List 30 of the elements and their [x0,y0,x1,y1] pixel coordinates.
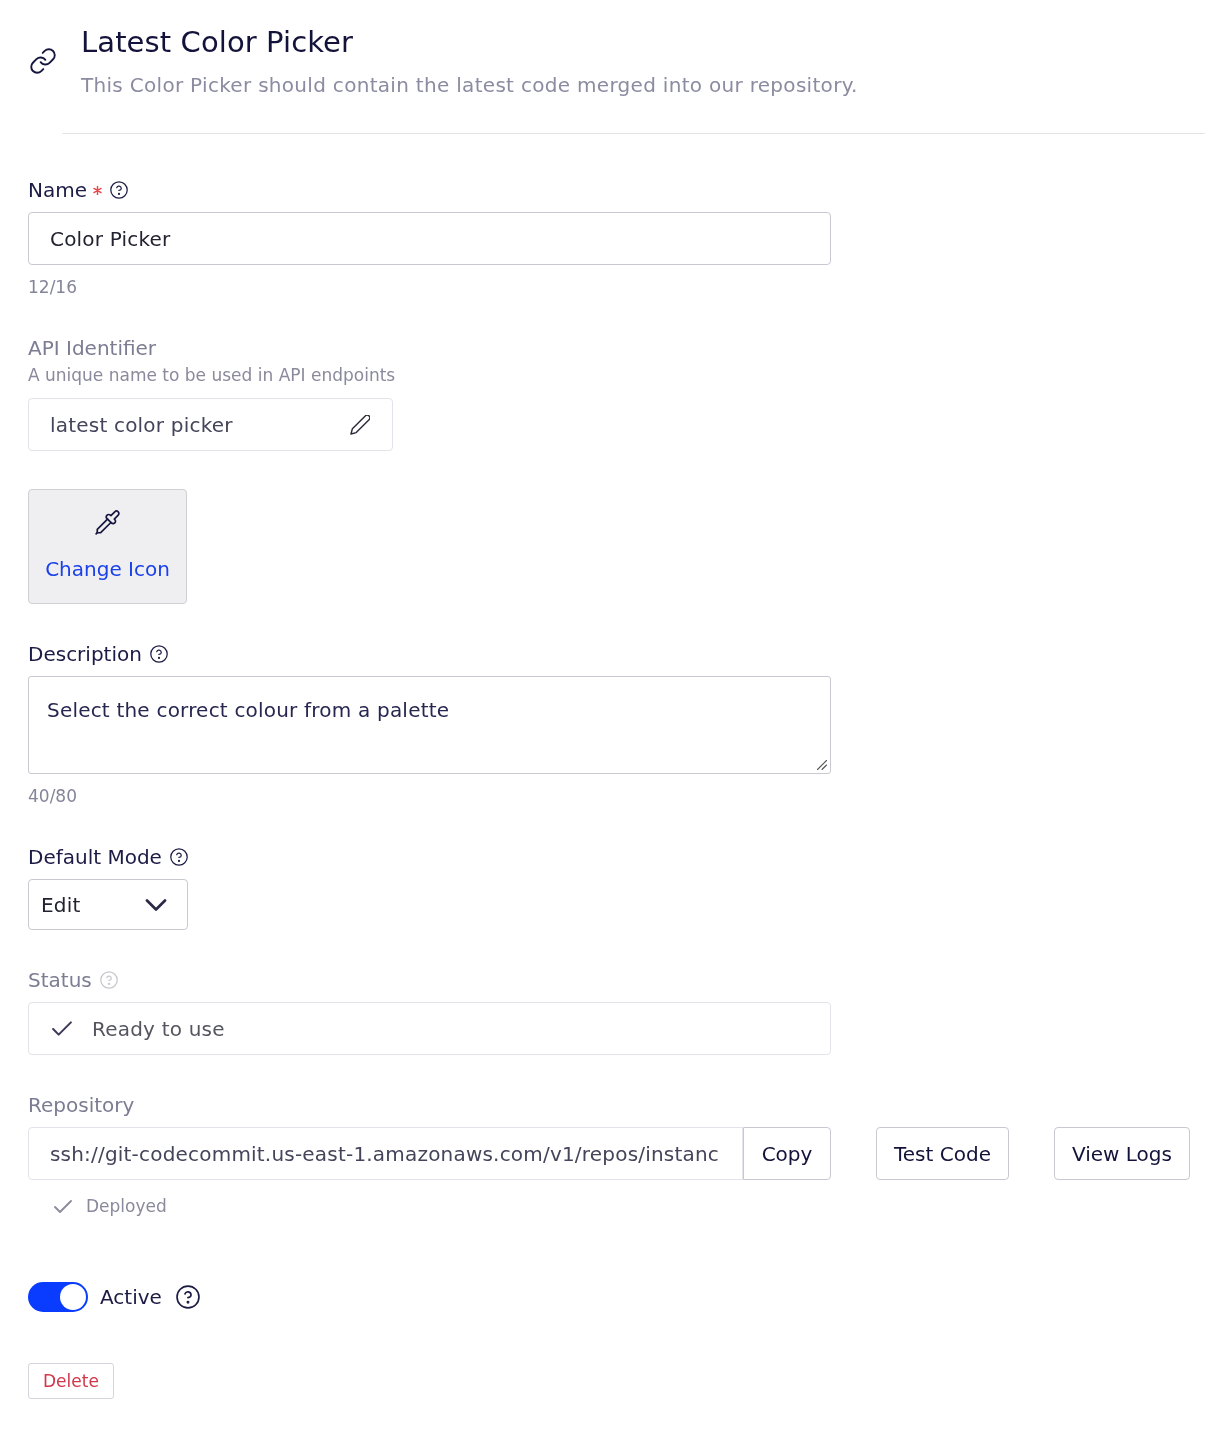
active-toggle[interactable] [28,1282,88,1312]
field-label: Repository [28,1093,135,1117]
page-title: Latest Color Picker [81,24,354,60]
check-icon [52,1021,72,1036]
name-field[interactable]: Color Picker [28,212,831,265]
help-icon[interactable] [175,1285,200,1309]
description-field[interactable]: Select the correct colour from a palette [28,676,831,774]
eyedropper-icon [95,510,120,535]
chevron-down-icon [145,898,167,911]
field-hint: A unique name to be used in API endpoints [28,365,396,385]
field-label: Default Mode [28,845,162,869]
help-icon[interactable] [149,645,168,663]
change-icon-button[interactable]: Change Icon [28,489,187,604]
character-counter: 40/80 [28,785,77,807]
toggle-label: Active [100,1285,162,1309]
delete-button[interactable]: Delete [28,1363,114,1399]
character-counter: 12/16 [28,276,77,298]
page-subtitle: This Color Picker should contain the latest code merged into our repository. [81,72,858,98]
field-label: Status [28,968,92,992]
help-icon[interactable] [169,848,188,866]
resize-handle-icon[interactable] [817,760,827,770]
mode-dropdown[interactable]: Edit [28,879,188,930]
deployment-status: Deployed [86,1196,167,1216]
field-label: Description [28,642,142,666]
field-label: Name [28,178,87,202]
field-label: API Identifier [28,336,157,360]
status-value: Ready to use [92,1016,225,1041]
check-icon [54,1199,72,1213]
help-icon[interactable] [110,181,128,199]
link-icon [30,48,56,74]
